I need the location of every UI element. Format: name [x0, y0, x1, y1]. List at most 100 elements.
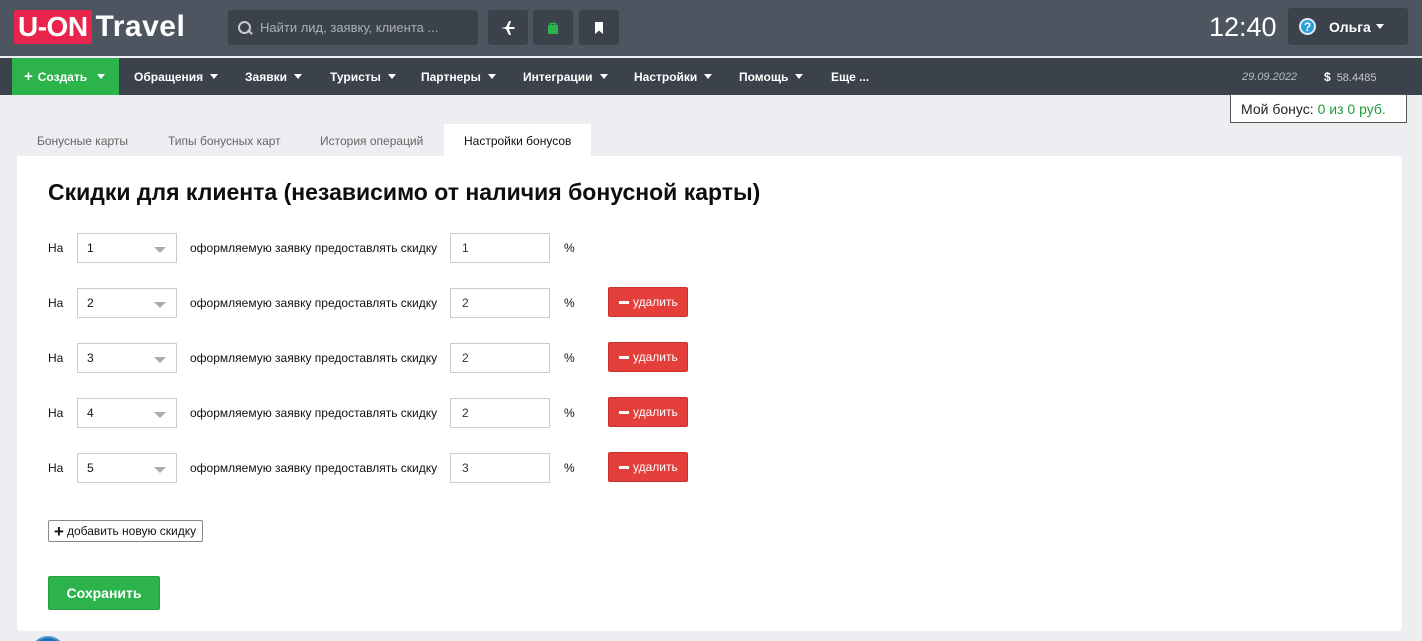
nav-item-requests[interactable]: Обращения — [134, 58, 219, 95]
search-icon — [238, 20, 252, 35]
chevron-down-icon — [704, 74, 713, 79]
row-description: оформляемую заявку предоставлять скидку — [190, 296, 438, 310]
chat-widget-icon[interactable] — [30, 636, 66, 641]
bonus-value: 0 из 0 руб. — [1317, 100, 1386, 117]
discount-input[interactable] — [450, 398, 550, 428]
row-description: оформляемую заявку предоставлять скидку — [190, 406, 438, 420]
rate-value: 58.4485 — [1336, 72, 1377, 84]
page-title: Скидки для клиента (независимо от наличи… — [48, 179, 761, 205]
discount-input[interactable] — [450, 343, 550, 373]
percent-sign: % — [564, 351, 575, 365]
dollar-icon: $ — [1324, 70, 1331, 84]
logo-text: Travel — [95, 10, 186, 43]
chevron-down-icon — [293, 74, 302, 79]
chevron-down-icon — [210, 74, 219, 79]
minus-icon — [619, 465, 629, 469]
discount-input[interactable] — [450, 288, 550, 318]
delete-label: удалить — [633, 405, 678, 419]
flights-button[interactable] — [488, 10, 528, 45]
minus-icon — [619, 300, 629, 304]
row-description: оформляемую заявку предоставлять скидку — [190, 241, 438, 255]
order-value: 3 — [87, 351, 94, 365]
row-description: оформляемую заявку предоставлять скидку — [190, 461, 438, 475]
order-value: 5 — [87, 461, 94, 475]
nav-label: Партнеры — [421, 69, 481, 84]
add-discount-button[interactable]: + добавить новую скидку — [48, 520, 203, 542]
user-name: Ольга — [1329, 18, 1371, 35]
discount-input[interactable] — [450, 233, 550, 263]
nav-item-more[interactable]: Еще ... — [831, 58, 869, 95]
create-button[interactable]: + Создать — [12, 58, 119, 95]
nav-label: Еще ... — [831, 69, 870, 84]
nav-label: Заявки — [245, 69, 287, 84]
chevron-down-icon — [487, 74, 496, 79]
row-prefix: На — [48, 296, 64, 310]
add-label: добавить новую скидку — [66, 524, 197, 538]
discount-input[interactable] — [450, 453, 550, 483]
nav-label: Интеграции — [523, 69, 593, 84]
delete-button[interactable]: удалить — [608, 397, 688, 427]
content-panel — [17, 156, 1402, 631]
exchange-rate: $58.4485 — [1324, 70, 1376, 84]
logo-mark: U-ON — [14, 10, 92, 44]
nav-label: Туристы — [330, 69, 381, 84]
chevron-down-icon — [154, 412, 166, 418]
order-select[interactable]: 2 — [77, 288, 177, 318]
nav-item-partners[interactable]: Партнеры — [421, 58, 496, 95]
order-select[interactable]: 3 — [77, 343, 177, 373]
row-prefix: На — [48, 461, 64, 475]
percent-sign: % — [564, 461, 575, 475]
chevron-down-icon — [154, 467, 166, 473]
delete-button[interactable]: удалить — [608, 287, 688, 317]
nav-item-orders[interactable]: Заявки — [245, 58, 302, 95]
save-button[interactable]: Сохранить — [48, 576, 160, 610]
nav-label: Настройки — [634, 69, 698, 84]
delete-button[interactable]: удалить — [608, 342, 688, 372]
order-select[interactable]: 1 — [77, 233, 177, 263]
row-prefix: На — [48, 406, 64, 420]
tab-bonus-cards[interactable]: Бонусные карты — [17, 124, 148, 157]
row-prefix: На — [48, 241, 64, 255]
order-value: 2 — [87, 296, 94, 310]
order-select[interactable]: 4 — [77, 398, 177, 428]
top-header: U-ON Travel 12:40 ? Ольга — [0, 0, 1422, 56]
nav-label: Помощь — [739, 69, 789, 84]
chevron-down-icon — [795, 74, 804, 79]
delete-label: удалить — [633, 460, 678, 474]
chevron-down-icon — [599, 74, 608, 79]
row-description: оформляемую заявку предоставлять скидку — [190, 351, 438, 365]
delete-button[interactable]: удалить — [608, 452, 688, 482]
create-label: Создать — [37, 69, 88, 84]
tab-card-types[interactable]: Типы бонусных карт — [148, 124, 301, 157]
help-icon[interactable]: ? — [1299, 18, 1316, 35]
delete-label: удалить — [633, 295, 678, 309]
chevron-down-icon — [1375, 24, 1384, 29]
chevron-down-icon — [387, 74, 396, 79]
order-value: 1 — [87, 241, 94, 255]
tab-operations-history[interactable]: История операций — [300, 124, 443, 157]
search-input[interactable] — [260, 20, 470, 35]
minus-icon — [619, 410, 629, 414]
plane-icon — [501, 20, 515, 35]
user-menu-button[interactable]: ? Ольга — [1288, 8, 1408, 45]
nav-item-help[interactable]: Помощь — [739, 58, 804, 95]
current-date: 29.09.2022 — [1242, 71, 1298, 83]
global-search — [228, 10, 478, 45]
chevron-down-icon — [97, 74, 106, 79]
nav-item-settings[interactable]: Настройки — [634, 58, 713, 95]
percent-sign: % — [564, 406, 575, 420]
logo[interactable]: U-ON Travel — [14, 10, 185, 44]
bonus-label: Мой бонус: — [1241, 100, 1314, 117]
tours-button[interactable] — [533, 10, 573, 45]
clock: 12:40 — [1209, 12, 1277, 42]
tab-bonus-settings[interactable]: Настройки бонусов — [444, 124, 592, 157]
plus-icon: + — [54, 521, 64, 541]
order-value: 4 — [87, 406, 94, 420]
chevron-down-icon — [154, 357, 166, 363]
nav-item-tourists[interactable]: Туристы — [330, 58, 396, 95]
bookmarks-button[interactable] — [579, 10, 619, 45]
chevron-down-icon — [154, 247, 166, 253]
order-select[interactable]: 5 — [77, 453, 177, 483]
nav-item-integrations[interactable]: Интеграции — [523, 58, 608, 95]
row-prefix: На — [48, 351, 64, 365]
